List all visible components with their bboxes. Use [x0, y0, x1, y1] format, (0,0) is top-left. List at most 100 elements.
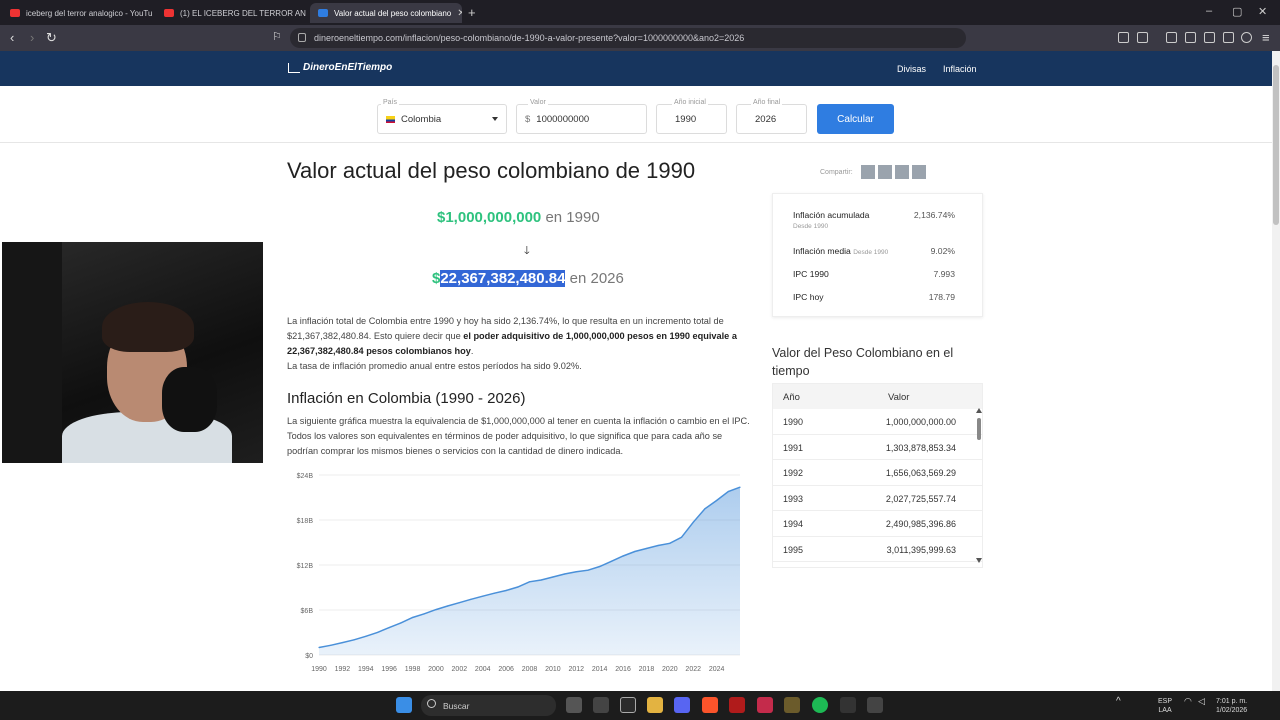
extension-icon[interactable] — [1137, 32, 1148, 43]
stat-row: Inflación acumulada Desde 1990 2,136.74% — [793, 210, 955, 230]
tab-title: Valor actual del peso colombiano — [334, 8, 452, 18]
url-field[interactable]: dineroeneltiempo.com/inflacion/peso-colo… — [290, 28, 966, 48]
x-tick-label: 1992 — [335, 666, 351, 673]
start-year-input[interactable]: 1990 — [656, 104, 727, 134]
clock[interactable]: 7:01 p. m. 1/02/2026 — [1216, 697, 1247, 715]
xmind-icon[interactable] — [757, 697, 773, 713]
data-point — [318, 646, 320, 649]
data-point — [657, 544, 659, 547]
row-value: 1,000,000,000.00 — [885, 417, 956, 427]
maximize-button[interactable]: ▢ — [1232, 5, 1242, 18]
average-rate-text: La tasa de inflación promedio anual entr… — [287, 361, 582, 371]
github-icon[interactable] — [620, 697, 636, 713]
spotify-icon[interactable] — [812, 697, 828, 713]
stat-value: 178.79 — [928, 292, 955, 302]
stat-row: IPC 1990 7.993 — [793, 269, 955, 279]
x-tick-label: 2004 — [475, 666, 491, 673]
task-view-icon[interactable] — [566, 697, 582, 713]
x-tick-label: 2008 — [522, 666, 538, 673]
obs-icon[interactable] — [840, 697, 856, 713]
data-point — [727, 490, 729, 493]
chevron-up-icon[interactable]: ^ — [1116, 697, 1121, 707]
wallet-icon[interactable] — [1204, 32, 1215, 43]
from-value: $1,000,000,000 — [437, 209, 542, 226]
language-indicator[interactable]: ESP LAA — [1158, 697, 1172, 715]
wifi-icon[interactable]: ◠ — [1184, 697, 1192, 706]
back-icon[interactable]: ‹ — [10, 30, 14, 45]
folder-icon[interactable] — [647, 697, 663, 713]
colombia-flag-icon — [386, 115, 395, 123]
close-tab-icon[interactable]: ✕ — [457, 8, 462, 19]
facebook-icon[interactable] — [860, 165, 875, 179]
app-icon[interactable] — [867, 697, 883, 713]
stat-label: IPC hoy — [793, 292, 824, 302]
table-row: 1995 3,011,395,999.63 — [773, 537, 982, 562]
x-tick-label: 2012 — [568, 666, 584, 673]
value-input[interactable]: $ 1000000000 — [516, 104, 647, 134]
data-point — [528, 581, 531, 583]
tab-youtube[interactable]: iceberg del terror analogico - YouTube — [2, 3, 152, 23]
site-header: DineroEnElTiempo Divisas Inflación — [0, 51, 1272, 86]
forward-icon[interactable]: › — [30, 30, 34, 45]
menu-icon[interactable]: ≡ — [1262, 30, 1270, 45]
x-tick-label: 2014 — [592, 666, 608, 673]
stat-label: IPC 1990 — [793, 269, 829, 279]
end-year-input[interactable]: 2026 — [736, 104, 807, 134]
x-tick-label: 2020 — [662, 666, 678, 673]
row-year: 1990 — [783, 417, 804, 427]
stat-sub: Desde 1990 — [793, 223, 829, 230]
new-tab-button[interactable]: + — [468, 5, 476, 20]
scroll-thumb[interactable] — [1273, 65, 1279, 225]
extension-icon[interactable] — [1118, 32, 1129, 43]
data-point — [739, 486, 741, 488]
row-year: 1993 — [783, 493, 804, 504]
search-icon — [427, 699, 436, 708]
table-scrollbar[interactable] — [976, 408, 982, 568]
country-select[interactable]: Colombia — [377, 104, 507, 134]
data-point — [447, 605, 449, 607]
data-point — [634, 550, 636, 553]
music-icon[interactable] — [1166, 32, 1177, 43]
taskbar-search[interactable]: Buscar — [421, 695, 556, 716]
sidebar-icon[interactable] — [1185, 32, 1196, 43]
row-value: 3,011,395,999.63 — [886, 544, 956, 555]
calcular-button[interactable]: Calcular — [817, 104, 894, 134]
row-value: 1,656,063,569.29 — [885, 468, 956, 478]
brave-icon[interactable] — [702, 697, 718, 713]
country-label: País — [381, 99, 400, 106]
microphone — [162, 367, 217, 432]
site-logo[interactable]: DineroEnElTiempo — [288, 62, 392, 73]
table-row: 1992 1,656,063,569.29 — [773, 460, 982, 486]
x-tick-label: 2018 — [639, 666, 655, 673]
linkedin-icon[interactable] — [894, 165, 909, 179]
notion-icon[interactable] — [593, 697, 609, 713]
app-icon[interactable] — [729, 697, 745, 713]
table-body: 1990 1,000,000,000.00 1991 1,303,878,853.34… — [773, 409, 982, 562]
summary-end: . — [470, 346, 474, 356]
close-window-button[interactable]: ✕ — [1258, 5, 1267, 18]
page-scrollbar[interactable] — [1272, 51, 1280, 691]
x-tick-label: 2010 — [545, 666, 561, 673]
twitter-icon[interactable] — [877, 165, 892, 179]
email-icon[interactable] — [911, 165, 926, 179]
tab-active[interactable]: Valor actual del peso colombiano ✕ — [310, 3, 462, 23]
table-row: 1990 1,000,000,000.00 — [773, 409, 982, 435]
header-value: Valor — [888, 392, 910, 403]
bookmark-icon[interactable]: ⚐ — [272, 30, 282, 43]
site-info-icon[interactable] — [298, 33, 306, 42]
app-icon[interactable] — [784, 697, 800, 713]
windows-start-icon[interactable] — [396, 697, 412, 713]
currency-symbol: $ — [525, 113, 531, 125]
reload-icon[interactable]: ↻ — [46, 30, 57, 46]
data-point — [388, 627, 390, 629]
stat-value: 7.993 — [933, 269, 955, 279]
volume-icon[interactable]: ◁ — [1198, 697, 1205, 706]
leo-icon[interactable] — [1223, 32, 1234, 43]
discord-icon[interactable] — [674, 697, 690, 713]
vpn-icon[interactable] — [1241, 32, 1252, 43]
tab-youtube-2[interactable]: (1) EL ICEBERG DEL TERROR ANALÓGICO — [156, 3, 306, 23]
nav-divisas[interactable]: Divisas — [897, 64, 926, 74]
nav-inflacion[interactable]: Inflación — [943, 64, 977, 74]
minimize-button[interactable]: – — [1206, 5, 1212, 17]
to-value-selected: 22,367,382,480.84 — [440, 270, 566, 287]
